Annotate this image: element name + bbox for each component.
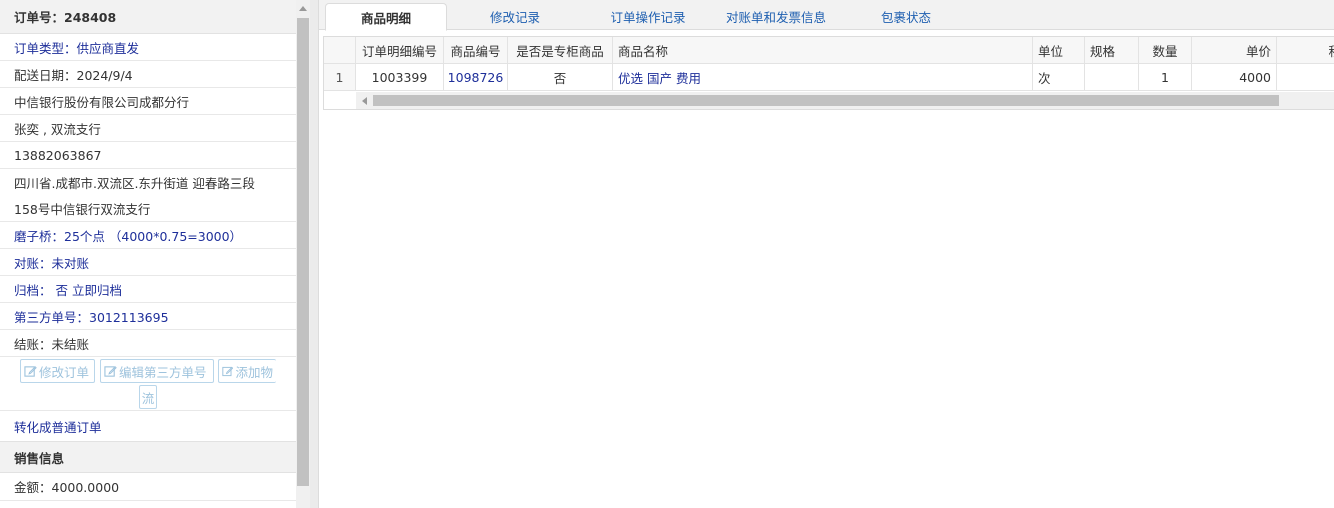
cell-qty: 1 [1139,64,1192,91]
table-row[interactable]: 1 1003399 1098726 否 优选 国产 费用 次 1 4000 [324,64,1334,91]
archive-status[interactable]: 归档： 否 立即归档 [0,276,296,303]
left-panel-scrollbar[interactable] [296,0,310,508]
edit-icon [222,366,234,376]
address-line-1: 四川省.成都市.双流区.东升街道 迎春路三段 [14,176,255,191]
detail-panel: 商品明细 修改记录 订单操作记录 对账单和发票信息 包裹状态 订单明细编号 商品… [319,0,1334,508]
settlement-status: 结账：未结账 [0,330,296,357]
edit-third-party-button[interactable]: 编辑第三方单号 [100,359,214,383]
grid-horizontal-scrollbar[interactable] [356,92,1334,109]
scroll-left-arrow-icon[interactable] [362,97,367,105]
reconcile-status[interactable]: 对账：未对账 [0,249,296,276]
contact-name: 张奕 , 双流支行 [0,115,296,142]
header-is-cabinet[interactable]: 是否是专柜商品 [508,37,613,64]
edit-order-button[interactable]: 修改订单 [20,359,95,383]
tab-modification-log[interactable]: 修改记录 [458,3,572,30]
add-logistics-button-wrap[interactable]: 流 [139,385,157,409]
cell-spec [1085,64,1139,91]
add-logistics-label: 添加物 [235,364,273,380]
tab-order-operation-log[interactable]: 订单操作记录 [588,3,708,30]
header-more[interactable]: 积 [1277,37,1334,64]
convert-to-normal-order-link[interactable]: 转化成普通订单 [0,411,296,441]
row-index: 1 [324,64,356,91]
tab-bar: 商品明细 修改记录 订单操作记录 对账单和发票信息 包裹状态 [319,0,1334,31]
header-index [324,37,356,64]
cell-price: 4000 [1192,64,1277,91]
grid-header-row: 订单明细编号 商品编号 是否是专柜商品 商品名称 单位 规格 数量 单价 积 [324,37,1334,64]
cell-is-cabinet: 否 [508,64,613,91]
header-price[interactable]: 单价 [1192,37,1277,64]
horizontal-scrollbar-thumb[interactable] [373,95,1279,106]
header-unit[interactable]: 单位 [1033,37,1085,64]
order-info-panel: 订单号：248408 订单类型：供应商直发 配送日期：2024/9/4 中信银行… [0,0,296,508]
add-logistics-label-wrap: 流 [141,390,155,406]
scroll-up-arrow-icon[interactable] [299,6,307,11]
cell-detail-no: 1003399 [356,64,444,91]
tab-product-details[interactable]: 商品明细 [325,3,447,31]
header-product-code[interactable]: 商品编号 [444,37,508,64]
edit-third-party-label: 编辑第三方单号 [119,364,207,380]
tab-package-status[interactable]: 包裹状态 [859,3,953,30]
amount: 金额：4000.0000 [0,473,296,501]
panel-splitter[interactable] [310,0,319,508]
add-logistics-button[interactable]: 添加物 [218,359,276,383]
cell-unit: 次 [1033,64,1085,91]
header-product-name[interactable]: 商品名称 [613,37,1033,64]
edit-icon [24,365,37,377]
edit-icon [104,365,117,377]
company-name: 中信银行股份有限公司成都分行 [0,88,296,115]
address-line-2: 158号中信银行双流支行 [0,196,296,222]
cell-product-code-link[interactable]: 1098726 [444,64,508,91]
order-action-buttons: 修改订单 编辑第三方单号 添加物 流 [0,357,296,411]
sales-info-section: 销售信息 [0,441,296,473]
scrollbar-thumb[interactable] [297,18,309,486]
delivery-date: 配送日期：2024/9/4 [0,61,296,88]
order-detail-window: 订单号：248408 订单类型：供应商直发 配送日期：2024/9/4 中信银行… [0,0,1334,508]
cell-more [1277,64,1334,91]
order-number: 订单号：248408 [0,0,296,34]
tab-statement-invoice[interactable]: 对账单和发票信息 [712,3,840,30]
phone-number: 13882063867 [0,142,296,169]
header-spec[interactable]: 规格 [1085,37,1139,64]
cell-product-name-link[interactable]: 优选 国产 费用 [613,64,1033,91]
order-type: 订单类型：供应商直发 [0,34,296,61]
edit-order-label: 修改订单 [39,364,90,380]
header-detail-no[interactable]: 订单明细编号 [356,37,444,64]
points-info: 磨子桥：25个点 （4000*0.75=3000） [0,222,296,249]
header-qty[interactable]: 数量 [1139,37,1192,64]
third-party-number: 第三方单号：3012113695 [0,303,296,330]
product-detail-grid: 订单明细编号 商品编号 是否是专柜商品 商品名称 单位 规格 数量 单价 积 1… [323,36,1334,110]
